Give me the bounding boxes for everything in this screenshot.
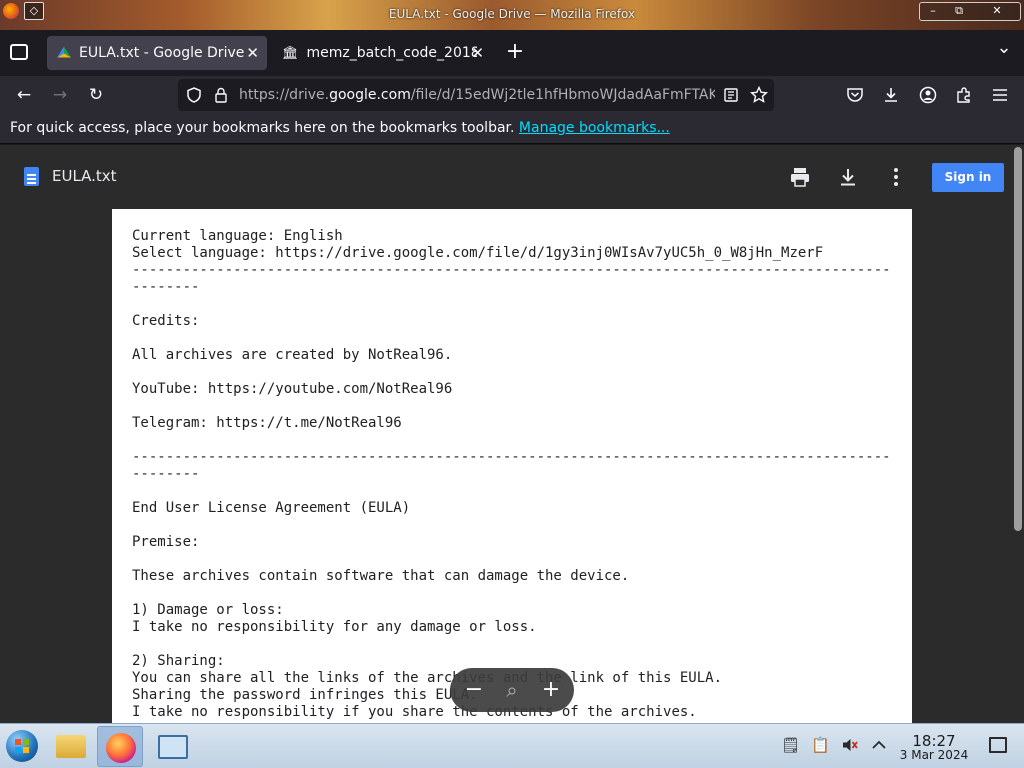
clock-date[interactable]: 3 Mar 2024 xyxy=(896,748,972,762)
close-window-button[interactable]: ✕ xyxy=(985,3,1009,20)
download-icon[interactable] xyxy=(836,165,860,189)
file-title: EULA.txt xyxy=(52,167,117,185)
taskbar: 🗒 📋 18:27 3 Mar 2024 xyxy=(0,723,1024,768)
volume-muted-icon[interactable] xyxy=(841,736,859,754)
window-title: EULA.txt - Google Drive — Mozilla Firefo… xyxy=(388,7,636,21)
viewer-header: EULA.txt Sign in xyxy=(0,145,1014,209)
bookmarks-toolbar: For quick access, place your bookmarks h… xyxy=(0,114,1024,144)
minimize-button[interactable]: – xyxy=(921,3,945,20)
url-bar[interactable]: https://drive.google.com/file/d/15edWj2t… xyxy=(178,79,774,111)
more-options-icon[interactable] xyxy=(884,165,908,189)
new-tab-button[interactable]: + xyxy=(503,40,527,64)
tab-label: EULA.txt - Google Drive xyxy=(79,45,245,61)
account-icon[interactable] xyxy=(919,86,937,104)
zoom-icon: ⌕ xyxy=(506,678,518,702)
zoom-controls: − ⌕ + xyxy=(450,668,574,712)
url-prefix: https://drive. xyxy=(239,87,330,103)
start-button[interactable] xyxy=(6,730,38,762)
back-button[interactable]: ← xyxy=(12,83,36,107)
sign-in-button[interactable]: Sign in xyxy=(932,163,1004,192)
tracking-protection-icon[interactable] xyxy=(186,87,202,103)
bookmarks-hint-text: For quick access, place your bookmarks h… xyxy=(10,120,519,136)
list-all-tabs-button[interactable]: ⌄ xyxy=(992,38,1016,62)
folder-icon xyxy=(56,735,86,758)
url-path: /file/d/15edWj2tle1hfHbmoWJdadAaFmFTAK xyxy=(410,87,715,103)
document-page: Current language: English Select languag… xyxy=(112,209,912,723)
tab-strip: EULA.txt - Google Drive ✕ 🏛 memz_batch_c… xyxy=(0,30,1024,76)
bookmark-star-icon[interactable] xyxy=(750,86,768,104)
show-desktop-icon[interactable] xyxy=(989,737,1007,753)
tab-label: memz_batch_code_2018 xyxy=(306,45,477,61)
hamburger-menu-icon[interactable] xyxy=(991,87,1009,103)
manage-bookmarks-link[interactable]: Manage bookmarks... xyxy=(519,120,670,136)
tab-eula-drive[interactable]: EULA.txt - Google Drive ✕ xyxy=(47,36,267,70)
downloads-icon[interactable] xyxy=(882,86,900,104)
tab-memz-batch[interactable]: 🏛 memz_batch_code_2018 ✕ xyxy=(272,36,492,70)
chevron-up-icon[interactable] xyxy=(870,736,888,754)
text-file-icon xyxy=(24,167,39,186)
firefox-icon xyxy=(106,733,136,763)
close-tab-icon[interactable]: ✕ xyxy=(471,44,484,62)
taskbar-firefox[interactable] xyxy=(97,726,143,767)
google-drive-icon xyxy=(57,46,71,58)
pocket-icon[interactable] xyxy=(846,87,864,103)
maximize-button[interactable]: ⧉ xyxy=(947,3,971,20)
zoom-out-button[interactable]: − xyxy=(460,676,488,704)
window-titlebar: ◇ EULA.txt - Google Drive — Mozilla Fire… xyxy=(0,0,1024,30)
print-icon[interactable] xyxy=(788,165,812,189)
page-scrollbar-thumb[interactable] xyxy=(1014,147,1022,531)
control-panel-icon xyxy=(158,735,188,759)
museum-icon: 🏛 xyxy=(282,45,299,61)
firefox-view-icon[interactable] xyxy=(10,44,28,60)
lock-icon[interactable] xyxy=(214,87,228,103)
forward-button[interactable]: → xyxy=(48,83,72,107)
drive-file-viewer: EULA.txt Sign in Current language: Engli… xyxy=(0,145,1024,723)
zoom-in-button[interactable]: + xyxy=(537,676,565,704)
bookmarks-hint: For quick access, place your bookmarks h… xyxy=(10,120,670,136)
windows-logo-icon xyxy=(15,739,29,753)
taskbar-file-manager[interactable] xyxy=(48,726,94,767)
taskbar-control-panel[interactable] xyxy=(150,726,196,767)
document-text: Current language: English Select languag… xyxy=(132,228,891,720)
url-domain: google.com xyxy=(329,87,411,103)
close-tab-icon[interactable]: ✕ xyxy=(246,44,259,62)
navigation-toolbar: ← → ↻ https://drive.google.com/file/d/15… xyxy=(0,76,1024,114)
reload-button[interactable]: ↻ xyxy=(84,83,108,107)
reader-view-icon[interactable] xyxy=(723,87,739,103)
notes-tray-icon[interactable]: 🗒 xyxy=(781,736,800,754)
clipboard-tray-icon[interactable]: 📋 xyxy=(811,736,830,754)
extensions-icon[interactable] xyxy=(955,86,973,104)
url-text[interactable]: https://drive.google.com/file/d/15edWj2t… xyxy=(239,87,715,103)
